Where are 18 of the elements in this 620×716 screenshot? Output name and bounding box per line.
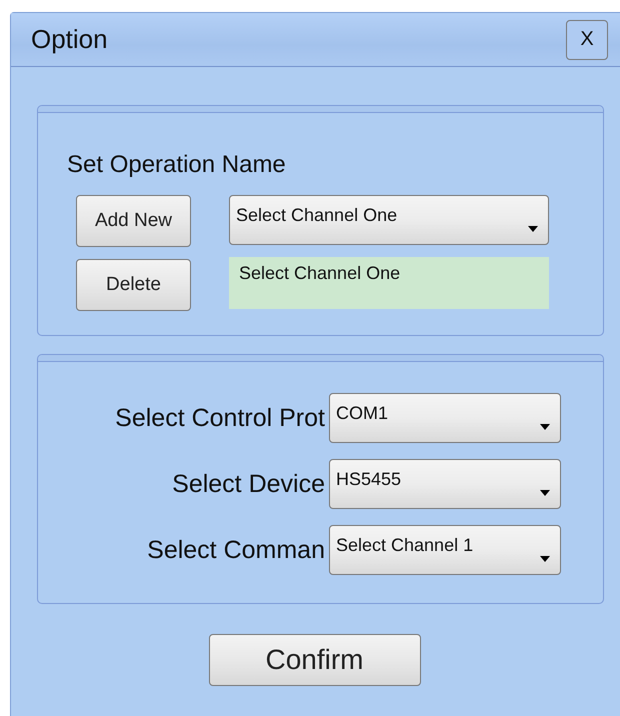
dropdown[interactable]: HS5455 — [329, 459, 561, 509]
field-label: Select Control Prot — [114, 404, 325, 432]
delete-button[interactable]: Delete — [76, 259, 191, 311]
caret-icon — [540, 556, 550, 562]
field-label: Select Device — [171, 470, 325, 498]
dropdown[interactable]: COM1 — [329, 393, 561, 443]
dropdown[interactable]: Select Channel 1 — [329, 525, 561, 575]
field-label: Select Comman — [146, 536, 325, 564]
confirm-button[interactable]: Confirm — [208, 634, 420, 686]
add-new-button[interactable]: Add New — [76, 195, 191, 247]
close-button[interactable]: X — [566, 20, 608, 60]
name-field[interactable]: Select Channel One — [229, 257, 549, 309]
caret-icon — [540, 424, 550, 430]
panel-heading: Set Operation Name — [67, 151, 287, 179]
caret-icon — [540, 490, 550, 496]
caret-icon — [528, 226, 538, 232]
window-title: Option — [31, 24, 108, 55]
channel-dropdown[interactable]: Select Channel One — [229, 195, 549, 245]
